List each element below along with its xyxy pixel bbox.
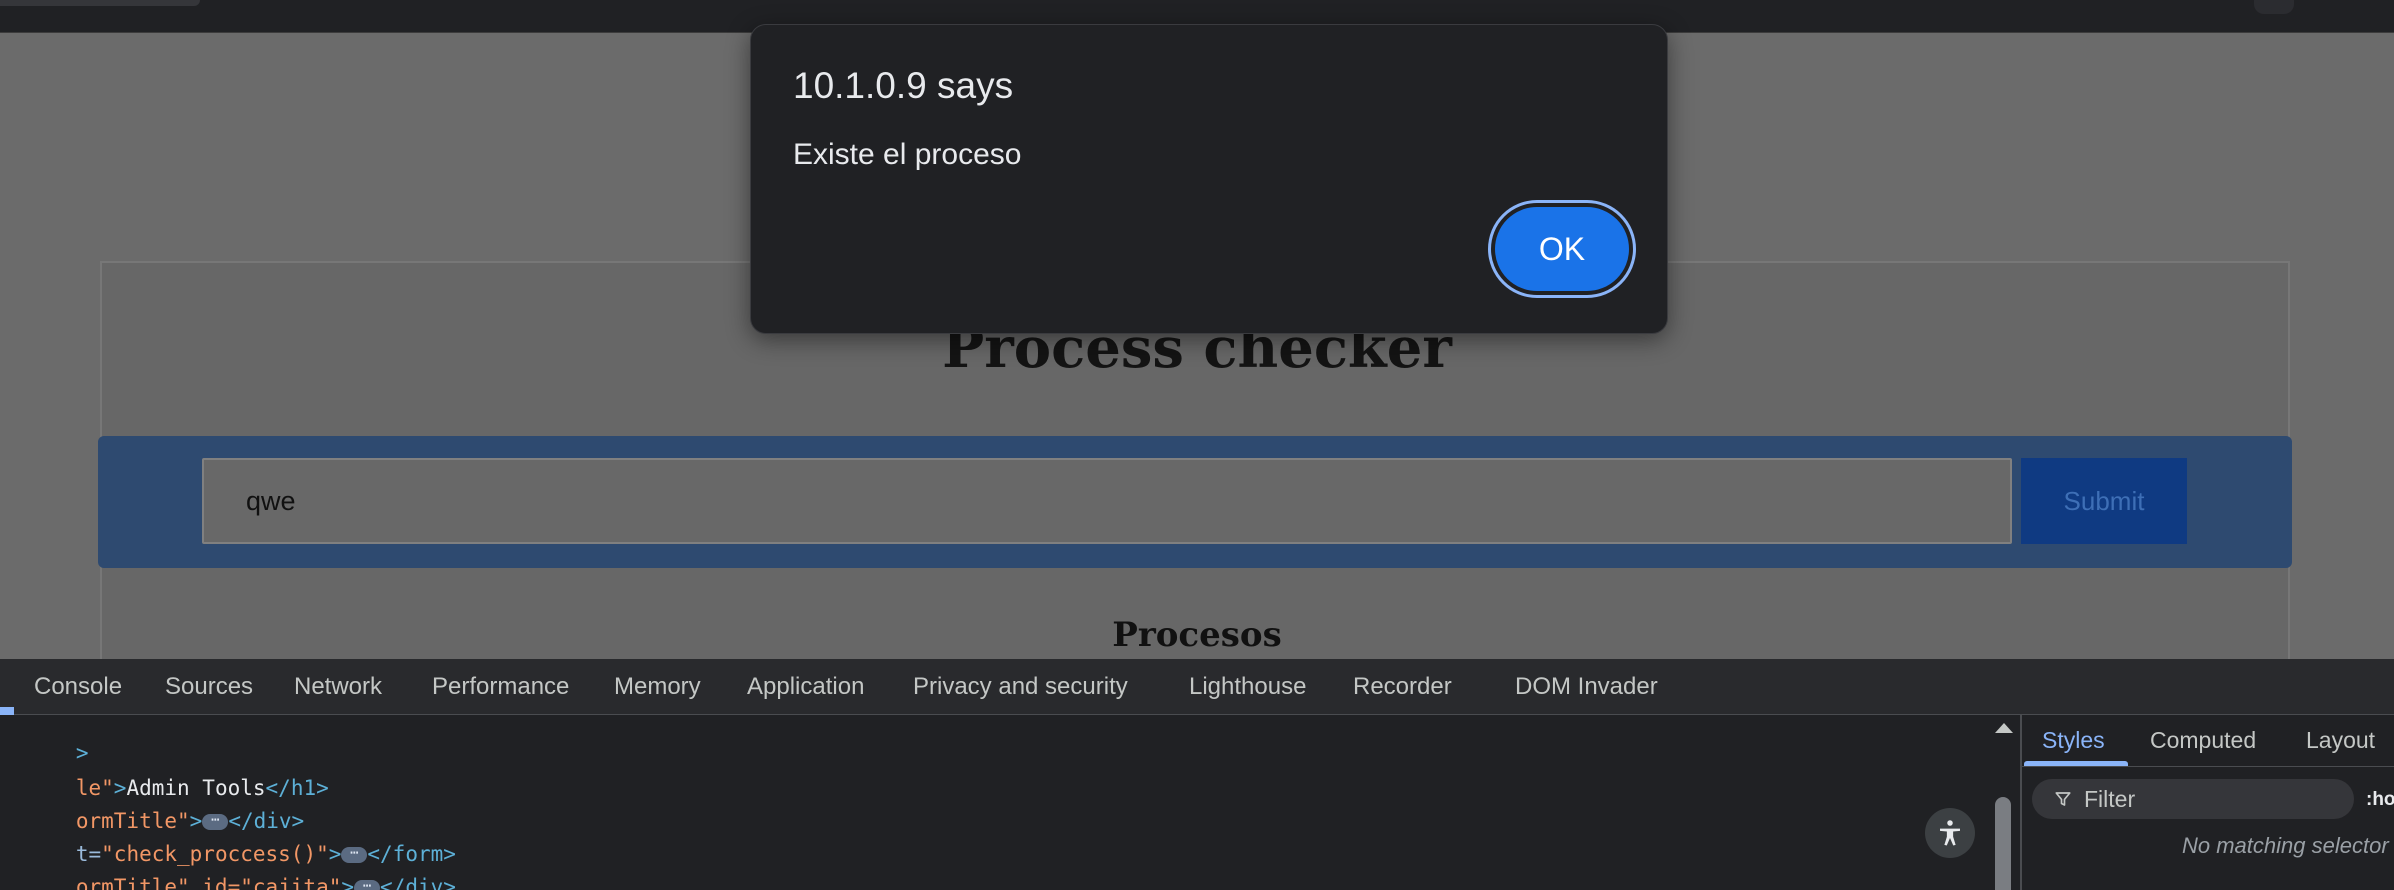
processes-heading: Procesos [1112,615,1282,655]
toolbar-edge [2254,0,2294,14]
tab-application[interactable]: Application [747,673,864,701]
ok-button[interactable]: OK [1491,203,1633,295]
elements-dom-tree[interactable]: > le">Admin Tools</h1> ormTitle"> ⋯ </div>… [0,715,2020,890]
dialog-message: Existe el proceso [793,138,1022,171]
tab-layout[interactable]: Layout [2306,727,2375,754]
dialog-title: 10.1.0.9 says [793,65,1014,106]
scrollbar-thumb[interactable] [1995,797,2011,890]
accessibility-tree-button[interactable] [1925,808,1975,858]
tab-privacy-security[interactable]: Privacy and security [913,673,1128,701]
accessibility-icon [1940,820,1960,846]
styles-sidebar: Styles Computed Layout Filter :hov No ma… [2020,715,2394,890]
filter-icon [2055,792,2071,806]
tab-dom-invader[interactable]: DOM Invader [1515,673,1658,701]
tab-sources[interactable]: Sources [165,673,253,701]
tab-recorder[interactable]: Recorder [1353,673,1452,701]
active-tab-indicator [2024,761,2128,766]
collapsed-node-icon[interactable]: ⋯ [354,879,381,890]
submit-button[interactable]: Submit [2021,458,2187,544]
alert-dialog: 10.1.0.9 says Existe el proceso OK [750,24,1668,334]
tab-performance[interactable]: Performance [432,673,569,701]
styles-filter-input[interactable]: Filter [2032,779,2354,819]
dom-line[interactable]: ormTitle" id="cajita"> ⋯ </div> [0,851,456,890]
devtools-panel: Console Sources Network Performance Memo… [0,659,2394,890]
sidebar-tab-bar: Styles Computed Layout [2022,715,2394,767]
tab-styles[interactable]: Styles [2042,727,2105,754]
elements-tab-indicator [0,707,14,715]
process-input[interactable]: qwe [202,458,2012,544]
hover-state-toggle[interactable]: :hov [2366,789,2394,811]
no-matching-selector-text: No matching selector [2182,833,2389,858]
tab-network[interactable]: Network [294,673,382,701]
devtools-tab-bar: Console Sources Network Performance Memo… [0,659,2394,715]
tab-console[interactable]: Console [34,673,122,701]
scroll-up-arrow-icon[interactable] [1995,723,2013,733]
tab-lighthouse[interactable]: Lighthouse [1189,673,1306,701]
tab-computed[interactable]: Computed [2150,727,2256,754]
tab-memory[interactable]: Memory [614,673,701,701]
filter-placeholder: Filter [2084,785,2136,812]
tab-strip-edge [0,0,200,6]
dom-tree-scrollbar[interactable] [1991,715,2017,890]
